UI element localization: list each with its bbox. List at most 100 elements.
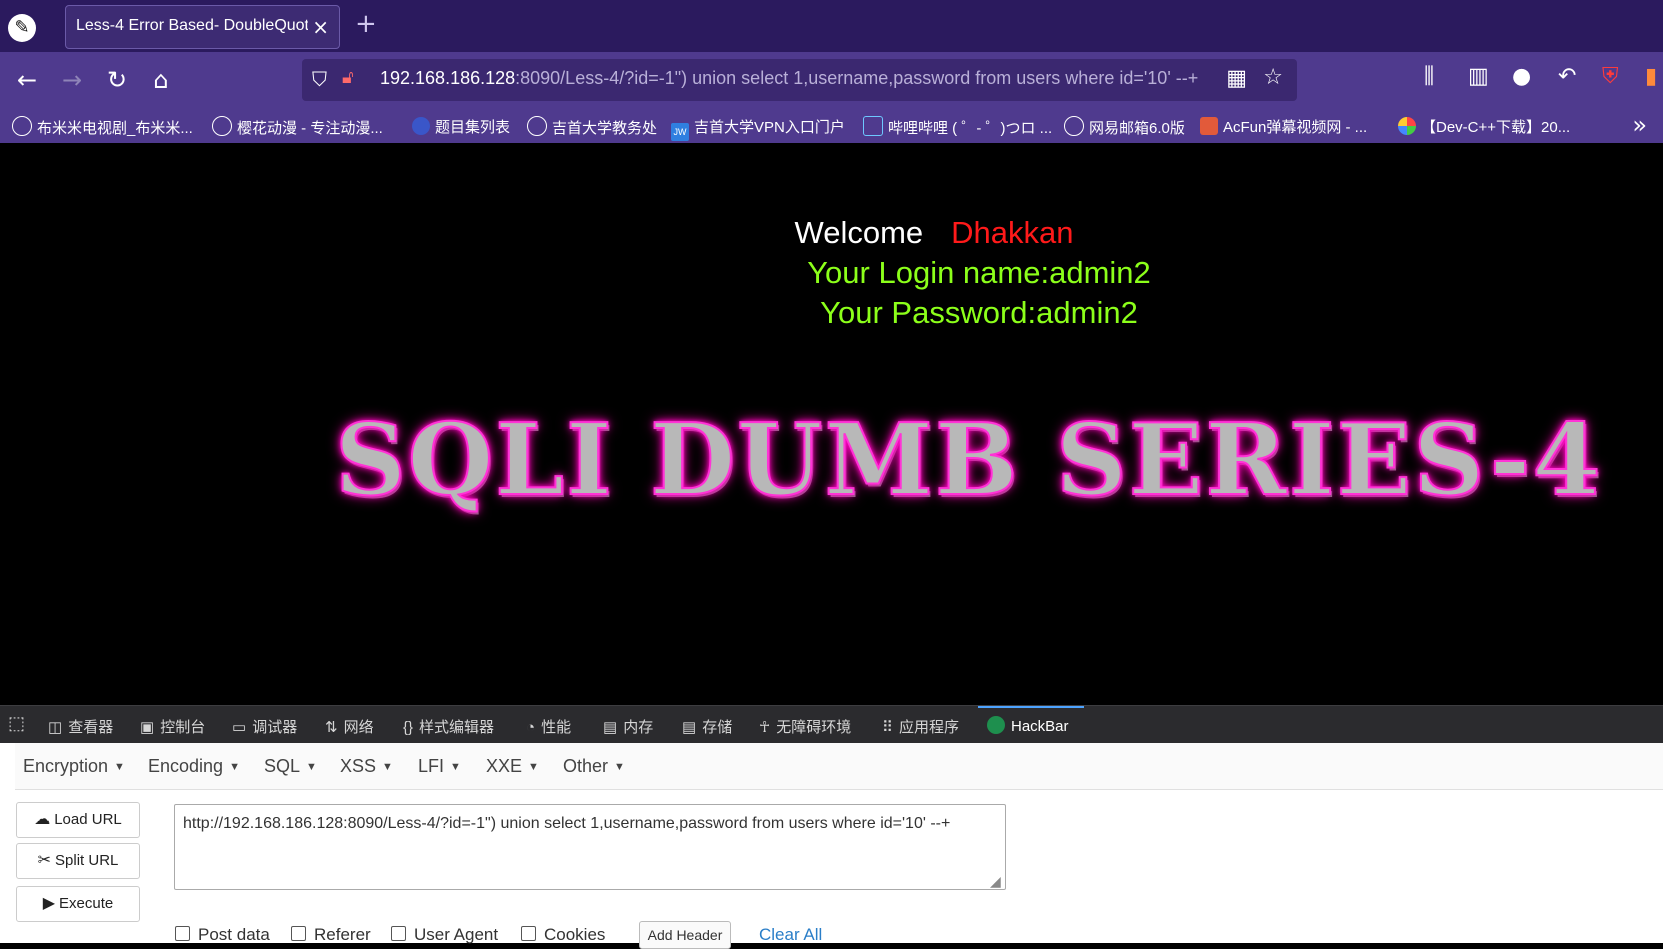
tab-label: 存储 bbox=[702, 719, 733, 736]
tab-accessibility[interactable]: ☥ 无障碍环境 bbox=[759, 716, 851, 737]
execute-button[interactable]: ▶ Execute bbox=[16, 886, 140, 922]
site-icon bbox=[412, 117, 430, 135]
qr-code-icon[interactable]: ▦ bbox=[1226, 66, 1247, 91]
bookmark-item[interactable]: AcFun弹幕视频网 - ... bbox=[1200, 116, 1367, 137]
undo-icon[interactable]: ↶ bbox=[1558, 64, 1576, 89]
globe-icon bbox=[212, 116, 232, 136]
resize-grip-icon[interactable]: ◢ bbox=[990, 874, 1001, 890]
split-url-button[interactable]: ✂ Split URL bbox=[16, 843, 140, 879]
sidebar-icon[interactable]: ▥ bbox=[1468, 64, 1489, 89]
element-picker-icon[interactable]: ⬚ bbox=[8, 713, 25, 734]
checkbox-label: Post data bbox=[198, 925, 270, 944]
bookmark-item[interactable]: 题目集列表 bbox=[412, 116, 510, 137]
scissors-icon: ✂ bbox=[37, 852, 52, 869]
debugger-icon: ▭ bbox=[232, 719, 247, 736]
bookmark-item[interactable]: JW 吉首大学VPN入口门户 bbox=[671, 116, 845, 141]
url-text[interactable]: 192.168.186.128:8090/Less-4/?id=-1") uni… bbox=[380, 68, 1240, 89]
tab-style-editor[interactable]: {} 样式编辑器 bbox=[403, 716, 494, 737]
bookmarks-toolbar: 布米米电视剧_布米米... 樱花动漫 - 专注动漫... 题目集列表 吉首大学教… bbox=[0, 108, 1663, 143]
clear-all-link[interactable]: Clear All bbox=[759, 925, 822, 945]
caret-down-icon: ▼ bbox=[528, 761, 539, 773]
reload-icon[interactable]: ↻ bbox=[100, 63, 134, 97]
storage-icon: ▤ bbox=[682, 719, 697, 736]
bookmark-label: 哔哩哔哩 ( ゜- ゜)つロ ... bbox=[888, 120, 1053, 137]
inspector-icon: ◫ bbox=[48, 719, 63, 736]
checkbox-box[interactable] bbox=[391, 926, 406, 941]
tab-inspector[interactable]: ◫ 查看器 bbox=[48, 716, 113, 737]
checkbox-box[interactable] bbox=[521, 926, 536, 941]
tab-debugger[interactable]: ▭ 调试器 bbox=[232, 716, 297, 737]
new-tab-icon[interactable]: + bbox=[355, 9, 377, 39]
url-port-path: :8090/Less-4/?id=-1") union select 1,use… bbox=[515, 68, 1199, 88]
password-text: Your Password:admin2 bbox=[820, 295, 1138, 330]
network-icon: ⇅ bbox=[325, 719, 338, 736]
ublock-icon[interactable]: ⛨ bbox=[1602, 64, 1619, 89]
hackbar-icon bbox=[987, 716, 1005, 734]
tab-label: 查看器 bbox=[68, 719, 114, 736]
load-url-button[interactable]: ☁ Load URL bbox=[16, 802, 140, 838]
tab-console[interactable]: ▣ 控制台 bbox=[140, 716, 205, 737]
tab-hackbar[interactable]: HackBar bbox=[987, 716, 1069, 735]
menu-xxe[interactable]: XXE ▼ bbox=[486, 756, 539, 777]
tab-label: 控制台 bbox=[160, 719, 206, 736]
bookmark-item[interactable]: 【Dev-C++下载】20... bbox=[1398, 116, 1570, 137]
welcome-text: Welcome bbox=[794, 215, 924, 250]
bookmark-label: 网易邮箱6.0版 bbox=[1089, 120, 1185, 137]
tracking-shield-icon[interactable]: ⛉ bbox=[312, 67, 327, 91]
tab-performance[interactable]: ◔ 性能 bbox=[526, 716, 571, 737]
tab-label: 样式编辑器 bbox=[419, 719, 495, 736]
browser-menu-icon[interactable]: ✎ bbox=[8, 14, 36, 42]
add-header-button[interactable]: Add Header bbox=[639, 921, 731, 949]
address-bar[interactable]: ⛉ 🔓︎ 192.168.186.128:8090/Less-4/?id=-1"… bbox=[302, 59, 1297, 101]
hackbar-panel: Encryption ▼ Encoding ▼ SQL ▼ XSS ▼ LFI ▼ XXE… bbox=[0, 743, 1663, 949]
home-icon[interactable]: ⌂ bbox=[144, 63, 178, 97]
caret-down-icon: ▼ bbox=[306, 761, 317, 773]
close-tab-icon[interactable]: × bbox=[312, 15, 329, 39]
insecure-lock-icon[interactable]: 🔓︎ bbox=[342, 67, 354, 88]
tab-label: HackBar bbox=[1011, 718, 1069, 735]
post-data-checkbox[interactable]: Post data bbox=[175, 925, 270, 945]
menu-label: Encryption bbox=[23, 756, 109, 776]
tab-storage[interactable]: ▤ 存储 bbox=[682, 716, 732, 737]
flower-icon bbox=[1398, 117, 1416, 135]
url-host: 192.168.186.128 bbox=[380, 68, 516, 88]
back-icon[interactable]: ← bbox=[10, 63, 44, 97]
checkbox-box[interactable] bbox=[291, 926, 306, 941]
style-editor-icon: {} bbox=[403, 719, 414, 736]
browser-tab[interactable]: Less-4 Error Based- DoubleQuotes × bbox=[65, 5, 340, 49]
bookmark-label: AcFun弹幕视频网 - ... bbox=[1223, 119, 1368, 136]
tab-application[interactable]: ⠿ 应用程序 bbox=[882, 716, 959, 737]
extension-icon[interactable]: ▮ bbox=[1645, 64, 1657, 89]
menu-encryption[interactable]: Encryption ▼ bbox=[23, 756, 125, 777]
memory-icon: ▤ bbox=[603, 719, 618, 736]
password-manager-icon[interactable]: ● bbox=[1512, 64, 1531, 89]
caret-down-icon: ▼ bbox=[114, 761, 125, 773]
bookmark-item[interactable]: 哔哩哔哩 ( ゜- ゜)つロ ... bbox=[863, 116, 1052, 138]
globe-icon bbox=[12, 116, 32, 136]
bookmark-star-icon[interactable]: ☆ bbox=[1263, 65, 1283, 90]
bookmark-item[interactable]: 网易邮箱6.0版 bbox=[1064, 116, 1185, 138]
user-agent-checkbox[interactable]: User Agent bbox=[391, 925, 498, 945]
referer-checkbox[interactable]: Referer bbox=[291, 925, 371, 945]
menu-other[interactable]: Other ▼ bbox=[563, 756, 625, 777]
url-textarea[interactable]: http://192.168.186.128:8090/Less-4/?id=-… bbox=[174, 804, 1006, 890]
tab-network[interactable]: ⇅ 网络 bbox=[325, 716, 374, 737]
tab-memory[interactable]: ▤ 内存 bbox=[603, 716, 653, 737]
button-label: Split URL bbox=[55, 852, 119, 869]
menu-lfi[interactable]: LFI ▼ bbox=[418, 756, 461, 777]
forward-icon[interactable]: → bbox=[55, 63, 89, 97]
bookmark-item[interactable]: 吉首大学教务处 bbox=[527, 116, 657, 138]
library-icon[interactable]: ⫼ bbox=[1424, 64, 1434, 89]
page-content: Welcome Dhakkan Your Login name:admin2 Yo… bbox=[0, 143, 1663, 705]
menu-sql[interactable]: SQL ▼ bbox=[264, 756, 317, 777]
bookmark-item[interactable]: 樱花动漫 - 专注动漫... bbox=[212, 116, 383, 138]
menu-encoding[interactable]: Encoding ▼ bbox=[148, 756, 240, 777]
bookmark-item[interactable]: 布米米电视剧_布米米... bbox=[12, 116, 193, 138]
active-tab-indicator bbox=[978, 706, 1084, 708]
menu-xss[interactable]: XSS ▼ bbox=[340, 756, 393, 777]
devtools-toolbar: ⬚ ◫ 查看器 ▣ 控制台 ▭ 调试器 ⇅ 网络 {} 样式编辑器 ◔ 性能 ▤ 内存 ▤ 存储… bbox=[0, 705, 1663, 744]
checkbox-box[interactable] bbox=[175, 926, 190, 941]
cookies-checkbox[interactable]: Cookies bbox=[521, 925, 605, 945]
more-bookmarks-icon[interactable]: » bbox=[1632, 111, 1647, 139]
tab-label: 调试器 bbox=[252, 719, 298, 736]
